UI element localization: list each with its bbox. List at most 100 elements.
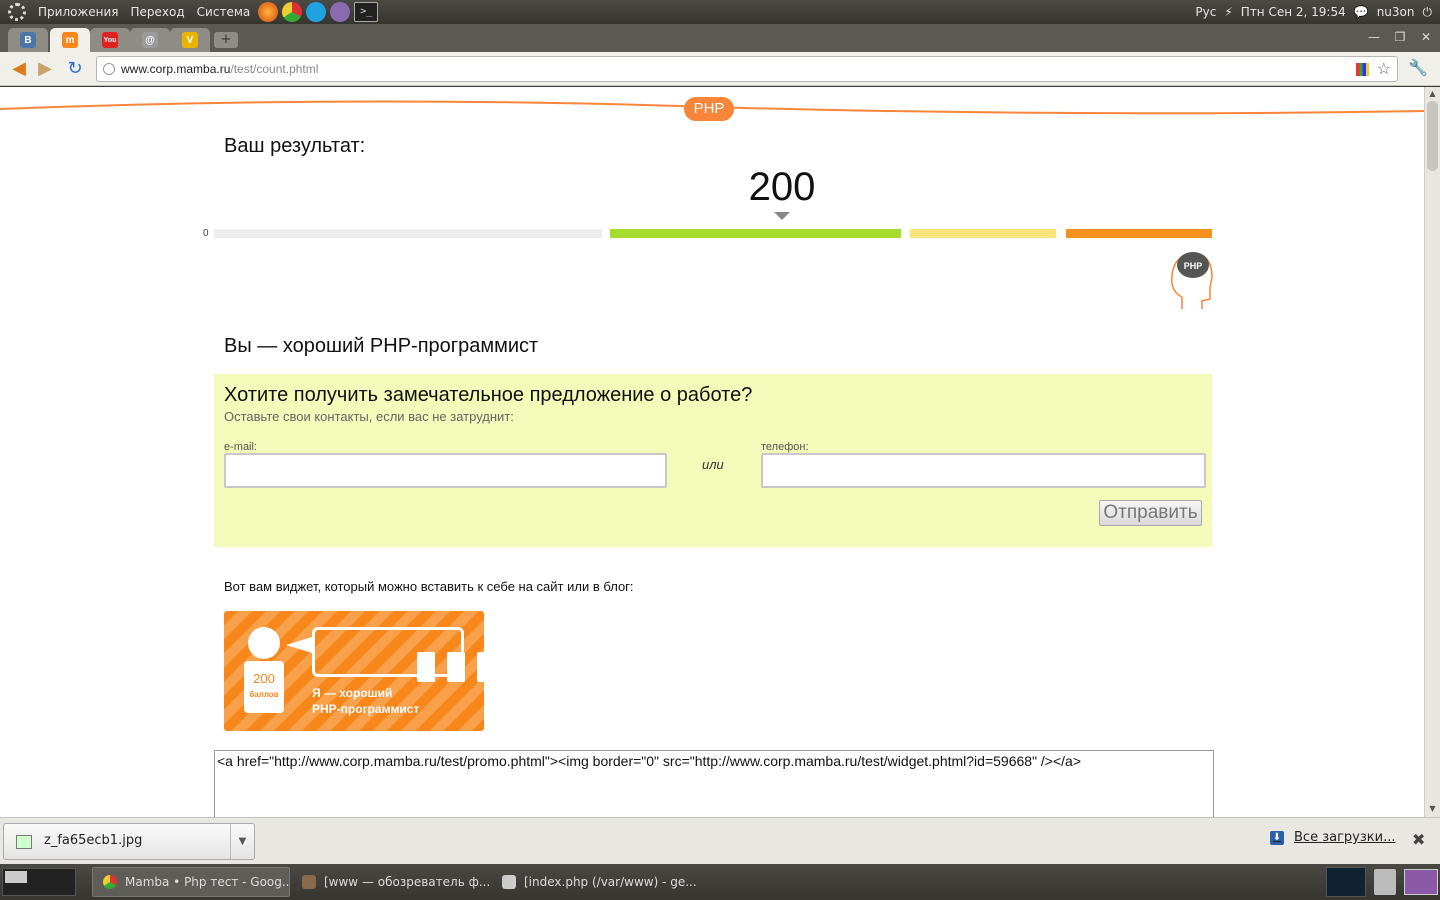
task-gedit-label: [index.php (/var/www) - ge... [524, 875, 697, 889]
image-file-icon [16, 835, 32, 849]
firefox-launcher-icon[interactable] [258, 2, 279, 22]
php-badge: PHP [684, 97, 734, 121]
or-label: или [702, 457, 724, 472]
widget-score-card: 200 баллов [244, 661, 284, 713]
result-label: Ваш результат: [224, 135, 366, 157]
back-button[interactable]: ◀ [8, 58, 30, 80]
skype-launcher-icon[interactable] [306, 2, 327, 22]
clock[interactable]: Птн Сен 2, 19:54 [1241, 5, 1346, 19]
tab-mail[interactable]: @ [130, 28, 170, 52]
task-gedit[interactable]: [index.php (/var/www) - ge... [492, 867, 702, 897]
user-name[interactable]: nu3on [1377, 5, 1415, 19]
bookmark-star-icon[interactable]: ☆ [1377, 58, 1391, 82]
menu-places[interactable]: Переход [125, 5, 191, 19]
maximize-button[interactable]: ❐ [1390, 29, 1410, 45]
all-downloads-label: Все загрузки... [1294, 830, 1396, 845]
email-label: e-mail: [224, 441, 258, 453]
extension-icon[interactable] [1356, 63, 1369, 76]
tab-vk[interactable]: В [8, 28, 48, 52]
close-window-button[interactable]: ✕ [1416, 29, 1436, 45]
head-badge-text: PHP [1184, 261, 1203, 271]
download-item[interactable]: z_fa65ecb1.jpg ▼ [3, 823, 255, 860]
folder-icon [302, 875, 316, 889]
widget-points-unit: баллов [249, 690, 279, 699]
menu-system[interactable]: Система [191, 5, 257, 19]
scale-segment-4 [1066, 229, 1212, 238]
reload-button[interactable]: ↻ [64, 58, 86, 80]
widget-person-head-icon [248, 627, 280, 659]
embed-code-textarea[interactable]: <a href="http://www.corp.mamba.ru/test/p… [214, 750, 1214, 817]
tab-v[interactable]: V [170, 28, 210, 52]
youtube-icon: You [102, 32, 118, 48]
widget-speech-bubble [312, 627, 484, 682]
keyboard-layout[interactable]: Рус [1195, 5, 1216, 19]
tab-youtube[interactable]: You [90, 28, 130, 52]
all-downloads-link[interactable]: ⬇ Все загрузки... [1270, 830, 1395, 845]
verdict-text: Вы — хороший PHP-программист [224, 335, 539, 357]
pidgin-launcher-icon[interactable] [330, 2, 351, 22]
browser-toolbar: ◀ ▶ ↻ www.corp.mamba.ru/test/count.phtml… [0, 52, 1440, 86]
panel-indicators: Рус ⚡ Птн Сен 2, 19:54 💬 nu3on ⏻ [1195, 5, 1440, 20]
text-editor-icon [502, 875, 516, 889]
minimize-button[interactable]: — [1364, 29, 1384, 45]
chat-icon[interactable]: 💬 [1354, 5, 1369, 19]
job-offer-form: Хотите получить замечательное предложени… [214, 374, 1212, 547]
vk-icon: В [20, 32, 36, 48]
url-path: /test/count.phtml [230, 62, 319, 76]
network-icon[interactable]: ⚡ [1224, 5, 1232, 19]
download-arrow-icon: ⬇ [1270, 830, 1284, 845]
promo-widget[interactable]: 200 баллов Я — хороший PHP-программист [224, 611, 484, 731]
power-icon[interactable]: ⏻ [1423, 5, 1433, 20]
scale-segment-2 [610, 229, 901, 238]
show-desktop-icon[interactable] [1404, 869, 1438, 895]
close-shelf-icon[interactable]: ✖ [1412, 830, 1425, 849]
chrome-launcher-icon[interactable] [282, 2, 303, 22]
scroll-up-icon[interactable]: ▲ [1427, 88, 1438, 99]
score-value: 200 [748, 165, 816, 209]
task-file-browser[interactable]: [www — обозреватель ф... [292, 867, 492, 897]
system-monitor-icon[interactable] [1326, 867, 1366, 897]
scale-zero-label: 0 [203, 228, 209, 239]
mail-icon: @ [142, 32, 158, 48]
scale-segment-3 [910, 229, 1056, 238]
tab-mamba[interactable]: m [50, 28, 90, 52]
task-file-browser-label: [www — обозреватель ф... [324, 875, 491, 889]
download-shelf: z_fa65ecb1.jpg ▼ ⬇ Все загрузки... ✖ [0, 817, 1440, 864]
phone-field[interactable] [761, 453, 1206, 488]
scroll-down-icon[interactable]: ▼ [1427, 803, 1438, 814]
mamba-icon: m [62, 32, 78, 48]
page-viewport: PHP Ваш результат: 200 0 PHP Вы — хороши… [0, 87, 1424, 817]
widget-points: 200 [253, 671, 275, 686]
php-head-icon: PHP [1166, 247, 1216, 316]
task-chrome-label: Mamba • Php тест - Goog... [125, 875, 290, 889]
page-scrollbar[interactable]: ▲ ▼ [1424, 87, 1440, 817]
download-filename: z_fa65ecb1.jpg [44, 833, 143, 848]
email-field[interactable] [224, 453, 667, 488]
forward-button[interactable]: ▶ [34, 58, 56, 80]
tab-strip: В m You @ V + — ❐ ✕ [0, 24, 1440, 52]
url-host: www.corp.mamba.ru [121, 62, 231, 76]
bottom-taskbar: Mamba • Php тест - Goog... [www — обозре… [0, 864, 1440, 900]
download-menu-chevron-icon[interactable]: ▼ [230, 824, 254, 859]
offer-title: Хотите получить замечательное предложени… [224, 384, 753, 406]
workspace-switcher[interactable] [2, 868, 76, 896]
new-tab-button[interactable]: + [214, 32, 238, 48]
globe-icon [103, 63, 115, 75]
ubuntu-logo-icon[interactable] [8, 3, 26, 21]
widget-bubble-tail-icon [286, 637, 312, 653]
terminal-launcher-icon[interactable]: >_ [354, 2, 379, 22]
task-chrome[interactable]: Mamba • Php тест - Goog... [92, 867, 290, 897]
scale-segment-1 [214, 229, 602, 238]
scrollbar-thumb[interactable] [1427, 101, 1438, 171]
widget-line-1: Я — хороший [312, 686, 393, 700]
submit-button[interactable]: Отправить [1099, 500, 1202, 526]
menu-applications[interactable]: Приложения [32, 5, 125, 19]
chrome-icon [103, 875, 117, 889]
address-bar[interactable]: www.corp.mamba.ru/test/count.phtml ☆ [96, 56, 1398, 82]
phone-label: телефон: [761, 441, 809, 453]
widget-items-icons [417, 652, 484, 682]
wrench-menu-icon[interactable]: 🔧 [1408, 58, 1428, 77]
score-marker-icon [774, 212, 790, 220]
trash-icon[interactable] [1374, 869, 1396, 895]
offer-subtitle: Оставьте свои контакты, если вас не затр… [224, 409, 514, 424]
